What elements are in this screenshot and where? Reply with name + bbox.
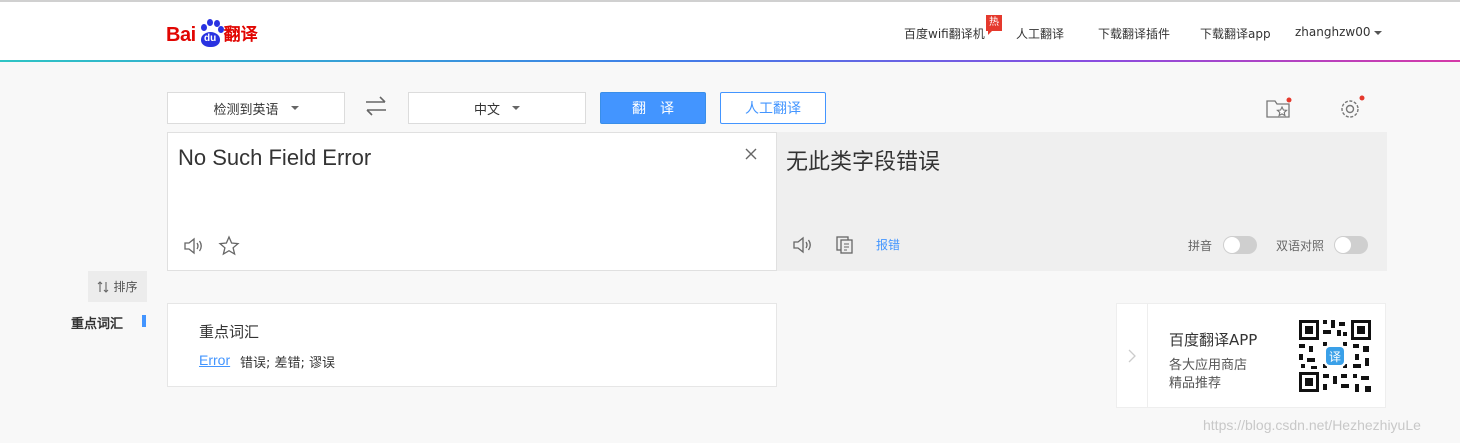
source-language-select[interactable]: 检测到英语 (167, 92, 345, 124)
favorite-star-icon[interactable] (218, 235, 240, 257)
app-promo-title: 百度翻译APP (1169, 331, 1258, 349)
pinyin-toggle[interactable] (1223, 236, 1257, 254)
chevron-right-icon (1128, 349, 1136, 363)
pinyin-label: 拼音 (1188, 239, 1213, 253)
target-language-select[interactable]: 中文 (408, 92, 586, 124)
source-language-label: 检测到英语 (213, 102, 279, 118)
human-translation-button[interactable]: 人工翻译 (720, 92, 826, 124)
app-promo-card: 百度翻译APP 各大应用商店 精品推荐 译 (1116, 303, 1386, 408)
vocab-definition: 错误; 差错; 谬误 (240, 356, 336, 371)
chevron-down-icon (512, 106, 520, 110)
vocab-title: 重点词汇 (199, 323, 260, 341)
baidu-paw-icon: du (197, 18, 224, 50)
svg-text:译: 译 (1329, 350, 1341, 364)
app-promo-line1: 各大应用商店 (1169, 358, 1248, 373)
nav-human-translation[interactable]: 人工翻译 (1016, 25, 1064, 42)
source-text-area[interactable]: No Such Field Error (167, 132, 777, 271)
sort-label: 排序 (113, 280, 138, 294)
app-qr-code: 译 (1297, 318, 1373, 394)
translate-button[interactable]: 翻译 (600, 92, 706, 124)
target-language-label: 中文 (473, 102, 500, 118)
watermark-url: https://blog.csdn.net/HezhezhiyuLe (1203, 417, 1421, 433)
chevron-down-icon (1374, 30, 1383, 35)
collapse-button[interactable] (1117, 304, 1148, 407)
hot-badge: 热 (986, 15, 1002, 35)
output-speaker-icon[interactable] (792, 235, 814, 255)
swap-languages-icon[interactable] (363, 95, 389, 117)
bilingual-toggle[interactable] (1334, 236, 1368, 254)
source-speaker-icon[interactable] (183, 236, 205, 256)
clear-close-icon[interactable] (745, 148, 757, 160)
toggle-knob (1335, 237, 1351, 253)
nav-download-plugin[interactable]: 下载翻译插件 (1098, 25, 1170, 42)
sidebar-active-indicator (142, 315, 146, 327)
translation-output-area: 无此类字段错误 报错 拼音 双语对照 (777, 132, 1387, 271)
user-menu[interactable]: zhanghzw00 (1295, 25, 1383, 39)
toggle-knob (1224, 237, 1240, 253)
bilingual-label: 双语对照 (1276, 239, 1325, 253)
top-bar-gradient-line (0, 60, 1460, 62)
logo-du-text: du (204, 33, 217, 44)
sort-button[interactable]: 排序 (88, 271, 147, 302)
sort-icon (98, 280, 109, 293)
baidu-fanyi-logo[interactable]: Bai du 翻译 (166, 16, 258, 50)
settings-gear-icon[interactable] (1338, 95, 1366, 121)
translation-text: 无此类字段错误 (786, 150, 941, 175)
copy-icon[interactable] (835, 235, 855, 255)
logo-bai-text: Bai (166, 24, 196, 46)
nav-download-app[interactable]: 下载翻译app (1200, 25, 1271, 42)
source-text[interactable]: No Such Field Error (178, 145, 371, 171)
username: zhanghzw00 (1295, 25, 1371, 39)
sidebar-item-key-vocab[interactable]: 重点词汇 (71, 313, 123, 332)
favorites-folder-icon[interactable] (1265, 96, 1293, 120)
nav-wifi-translator[interactable]: 百度wifi翻译机 (904, 25, 985, 42)
report-error-link[interactable]: 报错 (876, 236, 900, 253)
logo-fanyi-text: 翻译 (223, 25, 258, 45)
chevron-down-icon (290, 106, 299, 110)
vocab-word-link[interactable]: Error (199, 352, 230, 368)
app-promo-line2: 精品推荐 (1169, 376, 1222, 391)
key-vocabulary-card: 重点词汇 Error 错误; 差错; 谬误 (167, 303, 777, 387)
